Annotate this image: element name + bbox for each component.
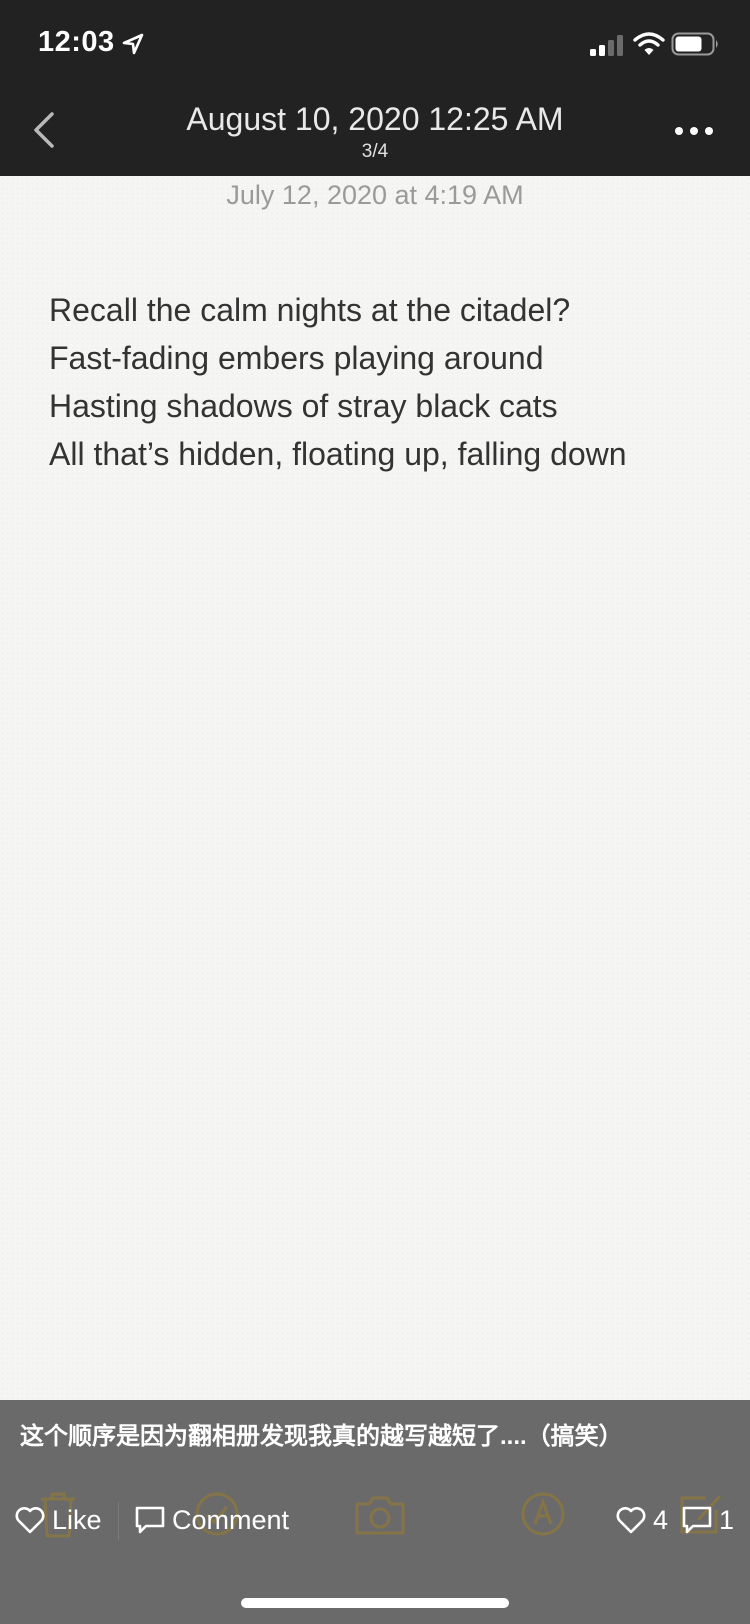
- comments-count-value: 1: [719, 1504, 735, 1535]
- navigation-bar: August 10, 2020 12:25 AM 3/4: [0, 88, 750, 176]
- wifi-icon: [633, 32, 665, 55]
- note-body[interactable]: Recall the calm nights at the citadel? F…: [49, 286, 729, 478]
- heart-icon: [616, 1507, 646, 1534]
- note-date: July 12, 2020 at 4:19 AM: [226, 180, 524, 210]
- comment-icon: [135, 1506, 165, 1534]
- comment-icon: [682, 1506, 712, 1534]
- note-line: Hasting shadows of stray black cats: [49, 388, 558, 424]
- action-bar: Like Comment 4 1: [0, 1498, 750, 1542]
- status-time: 12:03: [38, 26, 115, 58]
- comments-count[interactable]: 1: [681, 1498, 734, 1542]
- location-arrow-icon: [122, 33, 144, 55]
- status-bar: 12:03: [0, 0, 750, 88]
- note-title: August 10, 2020 12:25 AM: [186, 101, 564, 137]
- note-line: Fast-fading embers playing around: [49, 340, 544, 376]
- likes-count[interactable]: 4: [615, 1498, 668, 1542]
- note-line: All that’s hidden, floating up, falling …: [49, 436, 627, 472]
- note-content[interactable]: July 12, 2020 at 4:19 AM Recall the calm…: [0, 176, 750, 1400]
- home-indicator[interactable]: [241, 1598, 509, 1608]
- post-caption: 这个顺序是因为翻相册发现我真的越写越短了....（搞笑）: [20, 1423, 623, 1450]
- more-horizontal-icon[interactable]: [674, 124, 714, 138]
- signal-icon: [590, 35, 623, 56]
- battery-icon: [671, 32, 718, 56]
- heart-icon: [15, 1507, 45, 1534]
- page-indicator: 3/4: [361, 141, 389, 162]
- post-overlay: 这个顺序是因为翻相册发现我真的越写越短了....（搞笑） Like Commen…: [0, 1400, 750, 1624]
- like-button[interactable]: Like: [14, 1498, 102, 1542]
- comment-label: Comment: [172, 1504, 290, 1535]
- comment-button[interactable]: Comment: [134, 1498, 289, 1542]
- note-line: Recall the calm nights at the citadel?: [49, 292, 571, 328]
- likes-count-value: 4: [653, 1504, 669, 1535]
- like-label: Like: [52, 1504, 102, 1535]
- divider: [118, 1502, 119, 1540]
